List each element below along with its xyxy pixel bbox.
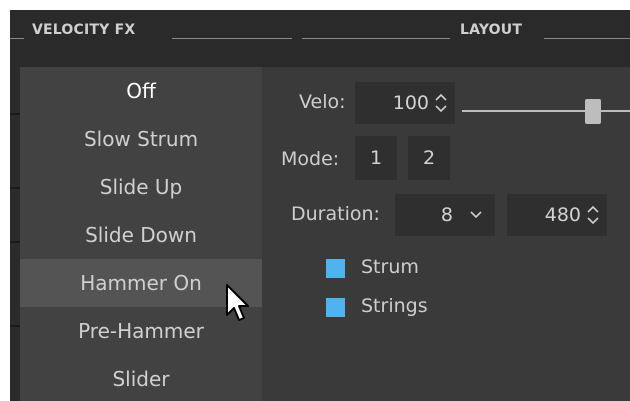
mode-label: Mode: [281,148,340,170]
menu-item-off[interactable]: Off [20,67,262,115]
background-keyboard-strip [10,67,20,401]
duration-label: Duration: [291,203,380,225]
velo-label: Velo: [299,91,346,113]
strip-tick [10,325,20,327]
velo-value: 100 [392,92,429,114]
velo-spinbox[interactable]: 100 [355,82,455,124]
layout-title: LAYOUT [460,22,523,38]
menu-item-slider[interactable]: Slider [20,355,262,401]
velocity-fx-menu: Off Slow Strum Slide Up Slide Down Hamme… [20,67,262,401]
mouse-cursor-icon [226,284,249,321]
velocity-fx-title: VELOCITY FX [32,22,136,38]
duration-spinbox[interactable]: 480 [507,194,607,236]
mode-button-2[interactable]: 2 [408,136,450,180]
velo-slider-track[interactable] [462,110,630,112]
strip-tick [10,187,20,189]
header-rule-left [10,38,24,39]
strip-tick [10,241,20,243]
strings-checkbox[interactable] [326,298,345,317]
velo-slider-thumb[interactable] [585,99,601,124]
spinner-icon[interactable] [586,204,600,226]
header-rule-mid-2 [302,38,450,39]
strum-label: Strum [361,256,419,278]
spinner-icon[interactable] [434,92,448,114]
duration-select-value: 8 [440,204,453,226]
strip-tick [10,113,20,115]
header-rule-right [544,38,630,39]
menu-item-slow-strum[interactable]: Slow Strum [20,115,262,163]
velocity-fx-panel: VELOCITY FX LAYOUT Off Slow Strum Slide … [10,10,630,401]
header-bar: VELOCITY FX LAYOUT [10,10,630,67]
menu-item-slide-up[interactable]: Slide Up [20,163,262,211]
menu-item-slide-down[interactable]: Slide Down [20,211,262,259]
duration-select[interactable]: 8 [395,194,495,236]
chevron-down-icon [470,211,482,219]
strings-label: Strings [361,295,428,317]
header-rule-mid-1 [172,38,292,39]
mode-button-1[interactable]: 1 [355,136,397,180]
strum-checkbox[interactable] [326,259,345,278]
duration-spin-value: 480 [544,204,581,226]
